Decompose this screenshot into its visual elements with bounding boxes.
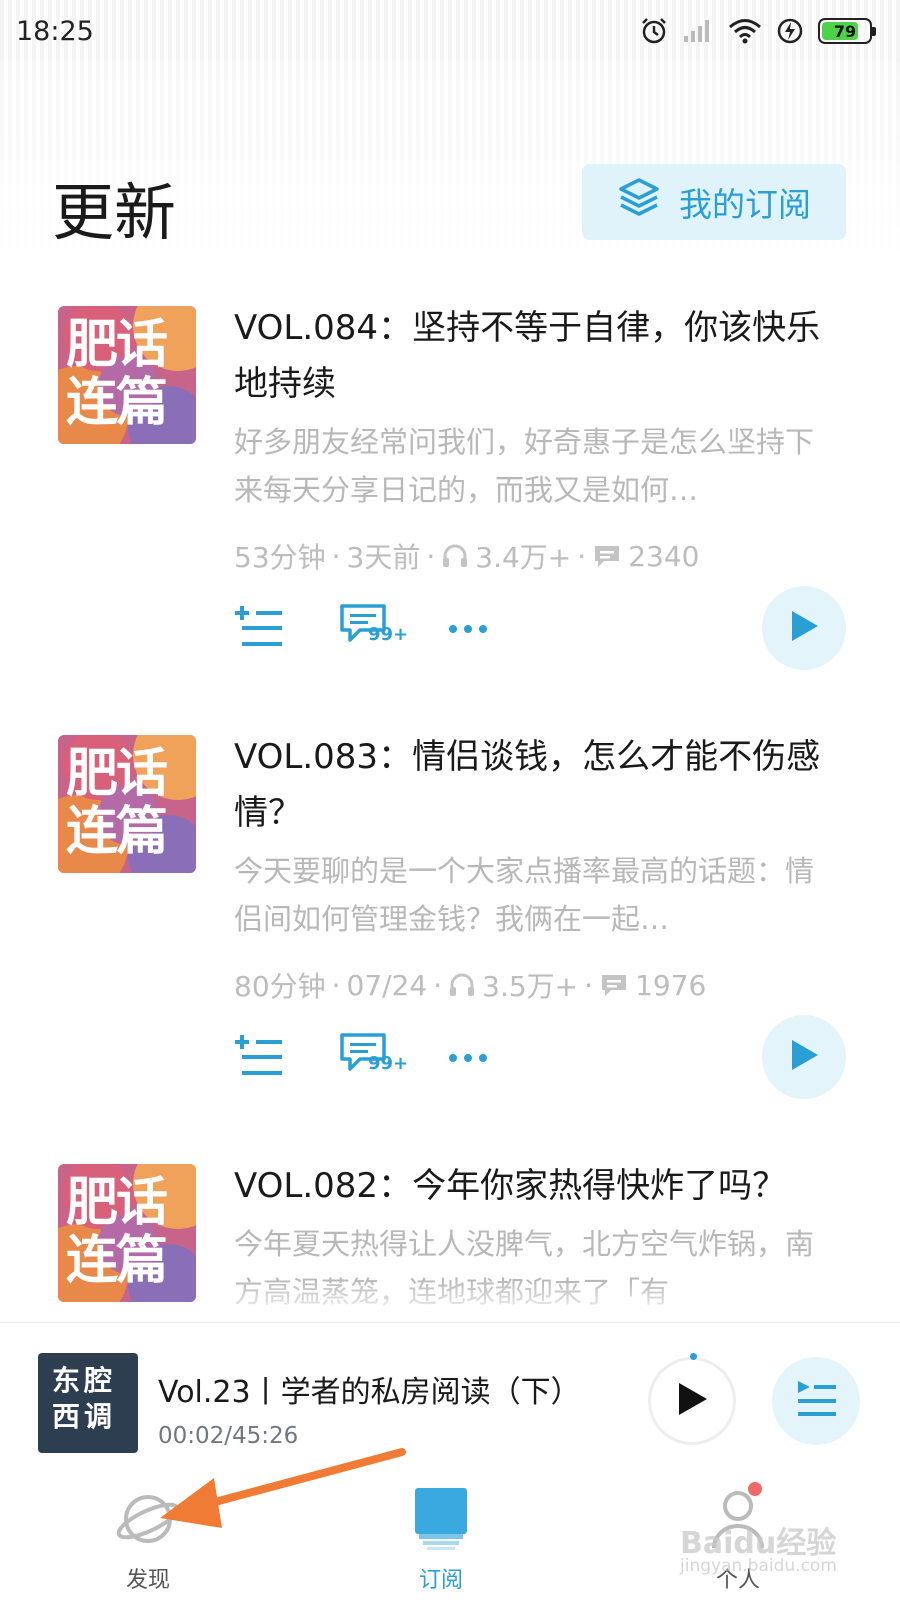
episode-title[interactable]: VOL.084：坚持不等于自律，你该快乐地持续 (234, 300, 834, 412)
episode-comments: 2340 (628, 539, 700, 573)
subscription-icon (413, 1486, 469, 1556)
tab-label: 订阅 (418, 1568, 463, 1593)
comments-button[interactable]: 99+ (338, 1031, 408, 1085)
headphones-icon (441, 542, 469, 570)
episode-meta: 80分钟 · 07/24 · 3.5万+ · 1976 (234, 965, 706, 1005)
cover-title: 肥话连篇 (66, 1173, 168, 1291)
layers-icon (617, 176, 661, 228)
progress-indicator (690, 1353, 697, 1360)
episode-play-button[interactable] (762, 586, 846, 670)
separator-dot: · (331, 539, 341, 573)
episode-title[interactable]: VOL.082：今年你家热得快炸了吗？ (234, 1158, 834, 1214)
now-playing-title[interactable]: Vol.23丨学者的私房阅读（下） (158, 1367, 581, 1411)
watermark-url: jingyan.baidu.com (680, 1556, 837, 1576)
comment-icon (599, 971, 629, 999)
notification-dot (748, 1482, 762, 1496)
episode-cover[interactable]: 肥话连篇 (58, 306, 196, 444)
status-icons: 79 (640, 17, 876, 45)
comments-badge: 99+ (368, 624, 409, 645)
mini-player[interactable]: 东腔西调 Vol.23丨学者的私房阅读（下） 00:02/45:26 (0, 1322, 900, 1472)
episode-meta: 53分钟 · 3天前 · 3.4万+ · 2340 (234, 536, 699, 576)
episode-cover[interactable]: 肥话连篇 (58, 735, 196, 873)
episode-description: 今年夏天热得让人没脾气，北方空气炸锅，南方高温蒸笼，连地球都迎来了「有 (234, 1227, 815, 1309)
episode-description: 好多朋友经常问我们，好奇惠子是怎么坚持下来每天分享日记的，而我又是如何… (234, 425, 815, 507)
my-subscriptions-button[interactable]: 我的订阅 (582, 164, 846, 240)
episode-comments: 1976 (635, 968, 707, 1002)
separator-dot: · (426, 539, 436, 573)
headphones-icon (448, 971, 476, 999)
episode-actions: 99+ (234, 602, 488, 656)
add-to-playlist-icon[interactable] (234, 1033, 284, 1083)
planet-icon (115, 1486, 181, 1556)
battery-level: 79 (833, 21, 857, 41)
episode-date: 3天前 (346, 541, 421, 574)
battery-icon: 79 (818, 18, 876, 44)
episode-duration: 80分钟 (234, 970, 326, 1003)
status-bar: 18:25 79 (0, 0, 900, 62)
tab-subscriptions[interactable]: 订阅 (341, 1472, 541, 1600)
cover-title: 肥话连篇 (66, 744, 168, 862)
mini-player-play-button[interactable] (648, 1357, 736, 1445)
signal-icon (682, 18, 714, 44)
separator-dot: · (584, 968, 594, 1002)
episode-duration: 53分钟 (234, 541, 326, 574)
status-time: 18:25 (16, 15, 94, 47)
now-playing-time: 00:02/45:26 (158, 1423, 299, 1449)
more-icon[interactable] (448, 620, 488, 639)
episode-cover[interactable]: 肥话连篇 (58, 1164, 196, 1302)
playlist-icon (794, 1379, 838, 1423)
comments-button[interactable]: 99+ (338, 602, 408, 656)
separator-dot: · (433, 968, 443, 1002)
episode-description: 今天要聊的是一个大家点播率最高的话题：情侣间如何管理金钱？我俩在一起… (234, 854, 815, 936)
playlist-button[interactable] (772, 1357, 860, 1445)
my-subscriptions-label: 我的订阅 (679, 185, 811, 224)
play-icon (675, 1381, 709, 1421)
play-icon (788, 1038, 820, 1076)
comment-icon (592, 542, 622, 570)
more-icon[interactable] (448, 1049, 488, 1068)
wifi-icon (728, 18, 762, 44)
play-icon (788, 609, 820, 647)
episode-plays: 3.4万+ (475, 541, 572, 574)
page-title: 更新 (52, 176, 177, 249)
episode-play-button[interactable] (762, 1015, 846, 1099)
episode-date: 07/24 (346, 968, 428, 1002)
comments-badge: 99+ (368, 1053, 409, 1074)
alarm-icon (640, 17, 668, 45)
add-to-playlist-icon[interactable] (234, 604, 284, 654)
separator-dot: · (331, 968, 341, 1002)
tab-label: 发现 (125, 1568, 170, 1593)
cover-title: 肥话连篇 (66, 315, 168, 433)
separator-dot: · (577, 539, 587, 573)
episode-title[interactable]: VOL.083：情侣谈钱，怎么才能不伤感情？ (234, 729, 834, 841)
tab-discover[interactable]: 发现 (48, 1472, 248, 1600)
episode-actions: 99+ (234, 1031, 488, 1085)
charging-icon (776, 17, 804, 45)
episode-plays: 3.5万+ (482, 970, 579, 1003)
now-playing-cover[interactable]: 东腔西调 (38, 1353, 138, 1453)
